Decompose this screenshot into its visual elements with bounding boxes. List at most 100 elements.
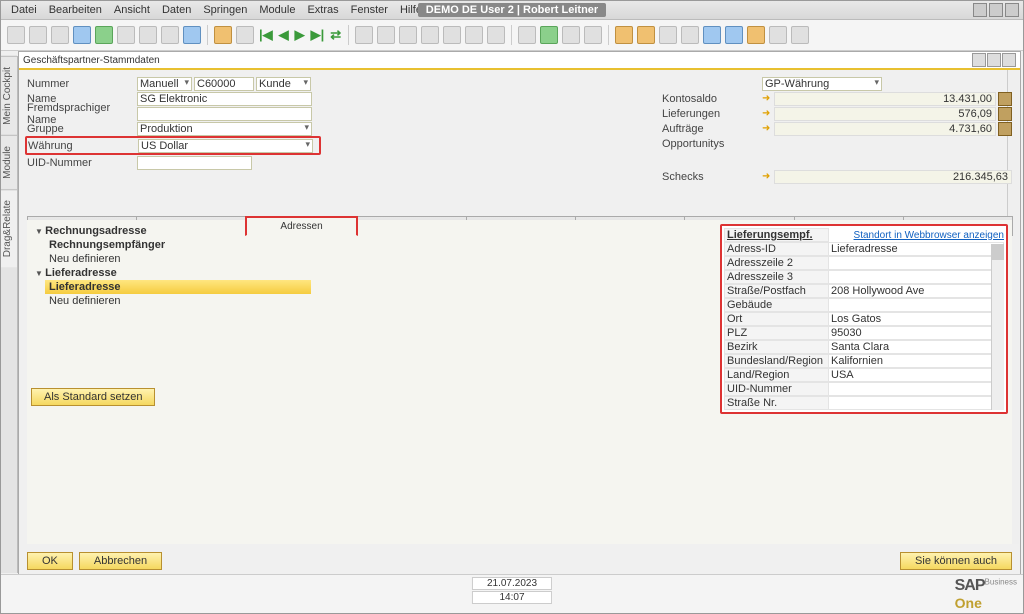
- toolbar-win1-icon[interactable]: [769, 26, 787, 44]
- addr-value-8[interactable]: Kalifornien: [829, 354, 1004, 368]
- menu-extras[interactable]: Extras: [301, 3, 344, 17]
- nav-first-icon[interactable]: |◀: [258, 27, 274, 43]
- kontosaldo-link-icon[interactable]: ➜: [762, 93, 770, 104]
- side-tab-module[interactable]: Module: [1, 135, 17, 189]
- toolbar-calendar-icon[interactable]: [236, 26, 254, 44]
- toolbar-o3-icon[interactable]: [659, 26, 677, 44]
- toolbar-g1-icon[interactable]: [355, 26, 373, 44]
- sie-koennen-button[interactable]: Sie können auch: [900, 552, 1012, 570]
- side-tab-cockpit[interactable]: Mein Cockpit: [1, 56, 17, 135]
- addr-value-9[interactable]: USA: [829, 368, 1004, 382]
- menu-springen[interactable]: Springen: [197, 3, 253, 17]
- abbrechen-button[interactable]: Abbrechen: [79, 552, 162, 570]
- toolbar-email-icon[interactable]: [73, 26, 91, 44]
- addr-value-2[interactable]: [829, 270, 1004, 284]
- lieferungen-chart-icon[interactable]: [998, 107, 1012, 121]
- toolbar-grid-icon[interactable]: [584, 26, 602, 44]
- toolbar-help-icon[interactable]: [747, 26, 765, 44]
- menu-bearbeiten[interactable]: Bearbeiten: [43, 3, 108, 17]
- addr-value-1[interactable]: [829, 256, 1004, 270]
- toolbar-doc-icon[interactable]: [117, 26, 135, 44]
- nummer-type-dropdown[interactable]: Kunde: [256, 77, 311, 91]
- waehrung-dropdown[interactable]: US Dollar: [138, 139, 313, 153]
- nav-last-icon[interactable]: ▶|: [310, 27, 326, 43]
- gruppe-dropdown[interactable]: Produktion: [137, 122, 312, 136]
- nav-prev-icon[interactable]: ◀: [278, 27, 290, 43]
- form-min-icon[interactable]: [972, 53, 986, 67]
- auftraege-chart-icon[interactable]: [998, 122, 1012, 136]
- form-close-icon[interactable]: [1002, 53, 1016, 67]
- ok-button[interactable]: OK: [27, 552, 73, 570]
- toolbar-print-icon[interactable]: [29, 26, 47, 44]
- toolbar-g4-icon[interactable]: [421, 26, 439, 44]
- gp-waehrung-dropdown[interactable]: GP-Währung: [762, 77, 882, 91]
- nav-refresh-icon[interactable]: ⇄: [329, 27, 342, 43]
- form-max-icon[interactable]: [987, 53, 1001, 67]
- menu-fenster[interactable]: Fenster: [345, 3, 394, 17]
- lieferungen-link-icon[interactable]: ➜: [762, 108, 770, 119]
- uid-input[interactable]: [137, 156, 252, 170]
- kontosaldo-chart-icon[interactable]: [998, 92, 1012, 106]
- toolbar-g6-icon[interactable]: [465, 26, 483, 44]
- toolbar-lock-icon[interactable]: [161, 26, 179, 44]
- addr-value-5[interactable]: Los Gatos: [829, 312, 1004, 326]
- addr-value-4[interactable]: [829, 298, 1004, 312]
- name-input[interactable]: SG Elektronic: [137, 92, 312, 106]
- tree-liefer-neu[interactable]: Neu definieren: [45, 294, 311, 308]
- app-close-icon[interactable]: [1005, 3, 1019, 17]
- tree-rechnung-empf[interactable]: Rechnungsempfänger: [45, 238, 311, 252]
- app-max-icon[interactable]: [989, 3, 1003, 17]
- addr-value-7[interactable]: Santa Clara: [829, 340, 1004, 354]
- addr-scrollbar[interactable]: [991, 244, 1004, 410]
- menu-daten[interactable]: Daten: [156, 3, 197, 17]
- menu-datei[interactable]: Datei: [5, 3, 43, 17]
- nummer-input[interactable]: C60000: [194, 77, 254, 91]
- toolbar-excel-icon[interactable]: [95, 26, 113, 44]
- app-min-icon[interactable]: [973, 3, 987, 17]
- toolbar-new-icon[interactable]: [7, 26, 25, 44]
- tab-adressen[interactable]: Adressen: [245, 216, 357, 236]
- nav-next-icon[interactable]: ▶: [294, 27, 306, 43]
- toolbar-g5-icon[interactable]: [443, 26, 461, 44]
- toolbar-ok-icon[interactable]: [540, 26, 558, 44]
- toolbar-g2-icon[interactable]: [377, 26, 395, 44]
- addr-scroll-thumb[interactable]: [992, 244, 1004, 260]
- als-standard-button[interactable]: Als Standard setzen: [31, 388, 155, 406]
- addr-row-9: Land/RegionUSA: [724, 368, 1004, 382]
- menu-ansicht[interactable]: Ansicht: [108, 3, 156, 17]
- toolbar-user-icon[interactable]: [703, 26, 721, 44]
- toolbar-preview-icon[interactable]: [51, 26, 69, 44]
- address-tree: Rechnungsadresse Rechnungsempfänger Neu …: [27, 220, 315, 544]
- toolbar-find-icon[interactable]: [214, 26, 232, 44]
- opps-value: [762, 137, 1012, 151]
- tree-liefer-header[interactable]: Lieferadresse: [31, 266, 311, 280]
- toolbar-g7-icon[interactable]: [487, 26, 505, 44]
- addr-value-6[interactable]: 95030: [829, 326, 1004, 340]
- toolbar-upload-icon[interactable]: [183, 26, 201, 44]
- addr-row-1: Adresszeile 2: [724, 256, 1004, 270]
- fremd-input[interactable]: [137, 107, 312, 121]
- toolbar-o1-icon[interactable]: [615, 26, 633, 44]
- auftraege-link-icon[interactable]: ➜: [762, 123, 770, 134]
- addr-value-11[interactable]: [829, 396, 1004, 410]
- addr-value-3[interactable]: 208 Hollywood Ave: [829, 284, 1004, 298]
- nummer-mode-dropdown[interactable]: Manuell: [137, 77, 192, 91]
- toolbar-o2-icon[interactable]: [637, 26, 655, 44]
- menu-hilfe[interactable]: Hilfe: [394, 3, 428, 17]
- tree-rechnung-neu[interactable]: Neu definieren: [45, 252, 311, 266]
- addr-browser-link[interactable]: Standort in Webbrowser anzeigen: [829, 230, 1004, 241]
- addr-value-10[interactable]: [829, 382, 1004, 396]
- menu-module[interactable]: Module: [253, 3, 301, 17]
- toolbar-o4-icon[interactable]: [681, 26, 699, 44]
- toolbar-list-icon[interactable]: [562, 26, 580, 44]
- toolbar-edit-icon[interactable]: [518, 26, 536, 44]
- schecks-link-icon[interactable]: ➜: [762, 171, 770, 182]
- addr-value-0[interactable]: Lieferadresse: [829, 242, 1004, 256]
- toolbar-doc2-icon[interactable]: [139, 26, 157, 44]
- addr-label-11: Straße Nr.: [724, 396, 829, 410]
- side-tab-dragrelate[interactable]: Drag&Relate: [1, 189, 17, 267]
- toolbar-g3-icon[interactable]: [399, 26, 417, 44]
- toolbar-win2-icon[interactable]: [791, 26, 809, 44]
- tree-liefer-selected[interactable]: Lieferadresse: [45, 280, 311, 294]
- toolbar-globe-icon[interactable]: [725, 26, 743, 44]
